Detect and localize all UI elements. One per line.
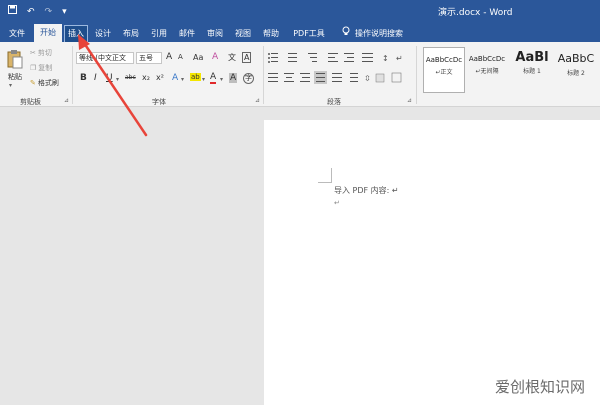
watermark-text: 爱创根知识网 bbox=[495, 378, 586, 396]
annotation-arrow bbox=[78, 34, 148, 137]
